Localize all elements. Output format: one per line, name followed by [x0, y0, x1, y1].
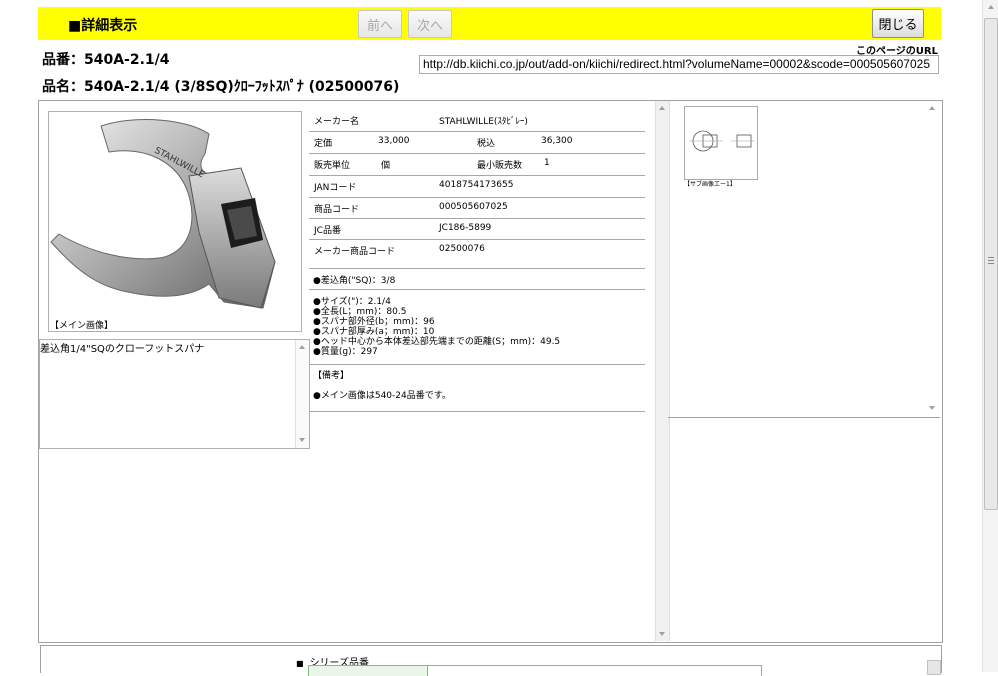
spec-label: メーカー名 — [314, 117, 360, 127]
spec-label: 販売単位 — [314, 161, 351, 171]
description-box — [39, 339, 310, 449]
url-field[interactable]: http://db.kiichi.co.jp/out/add-on/kiichi… — [419, 55, 939, 74]
bullet-icon: ■ — [296, 659, 304, 668]
feature-item: ●差込角("SQ)：3/8 — [313, 276, 396, 286]
spec-row-jan: JANコード 4018754173655 — [309, 176, 645, 198]
spec-row-unit: 販売単位 個 最小販売数 1 — [309, 154, 645, 176]
series-scrollbar[interactable] — [927, 660, 941, 675]
spec-value: 個 — [381, 161, 391, 171]
wrench-photo: STAHLWILLE — [50, 119, 276, 309]
spec-label: 税込 — [477, 139, 496, 149]
spec-row-maker: メーカー名 STAHLWILLE(ｽﾀﾋﾞﾚｰ) — [309, 110, 645, 132]
spec-row-price: 定価 33,000 税込 36,300 — [309, 132, 645, 154]
spec-label: 商品コード — [314, 205, 360, 215]
spec-value: 36,300 — [541, 136, 573, 146]
spec-row-maker-code: メーカー商品コード 02500076 — [309, 240, 645, 269]
spec-label: メーカー商品コード — [314, 247, 396, 257]
sub-image-scrollbar[interactable] — [926, 101, 939, 417]
scroll-up-icon[interactable] — [929, 106, 935, 110]
remarks-text: ●メイン画像は540-24品番です。 — [313, 391, 451, 401]
close-button[interactable]: 閉じる — [872, 9, 924, 38]
spec-label: JC品番 — [314, 226, 341, 236]
header-bar: ■詳細表示 前へ 次へ 閉じる — [38, 7, 941, 40]
spec-row-jc: JC品番 JC186-5899 — [309, 219, 645, 240]
dimension-item: ●質量(g)：297 — [313, 347, 378, 357]
prev-button[interactable]: 前へ — [358, 10, 402, 38]
spec-value: JC186-5899 — [439, 223, 492, 233]
description-text: 差込角1/4"SQのクローフットスパナ — [40, 344, 205, 355]
spec-value: 33,000 — [378, 136, 410, 146]
sub-image-label: 【サブ画像エー1】 — [684, 181, 736, 188]
next-button[interactable]: 次へ — [408, 10, 452, 38]
spec-value: 02500076 — [439, 244, 485, 254]
series-table-cell — [309, 666, 428, 676]
spec-label: 最小販売数 — [477, 161, 523, 171]
remarks-label: 【備考】 — [313, 371, 350, 381]
spec-value: 000505607025 — [439, 202, 508, 212]
main-image: STAHLWILLE — [48, 111, 302, 332]
spec-value: 1 — [544, 158, 550, 168]
sub-image-thumbnail[interactable] — [684, 106, 758, 180]
spec-label: 定価 — [314, 139, 333, 149]
page-title: ■詳細表示 — [68, 18, 138, 34]
series-table — [308, 665, 762, 676]
spec-label: JANコード — [314, 183, 357, 193]
description-scrollbar[interactable] — [295, 340, 309, 448]
main-image-label: 【メイン画像】 — [50, 321, 114, 331]
item-number: 品番：540A-2.1/4 — [42, 52, 170, 68]
spec-value: STAHLWILLE(ｽﾀﾋﾞﾚｰ) — [439, 117, 528, 127]
scroll-down-icon[interactable] — [659, 632, 665, 636]
scroll-up-icon[interactable] — [659, 106, 665, 110]
scroll-up-icon[interactable] — [299, 345, 305, 349]
feature-section: ●差込角("SQ)：3/8 — [309, 269, 645, 290]
page-scrollbar-thumb[interactable] — [984, 18, 998, 510]
spec-value: 4018754173655 — [439, 180, 514, 190]
scroll-down-icon[interactable] — [929, 406, 935, 410]
item-name: 品名：540A-2.1/4 (3/8SQ)ｸﾛｰﾌｯﾄｽﾊﾟﾅ (0250007… — [42, 79, 400, 95]
spec-row-code: 商品コード 000505607025 — [309, 198, 645, 219]
drawing-icon — [689, 130, 755, 152]
scroll-up-icon[interactable] — [988, 5, 994, 9]
scroll-down-icon[interactable] — [299, 438, 305, 442]
